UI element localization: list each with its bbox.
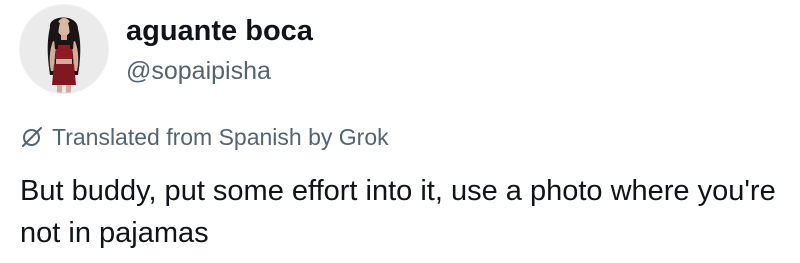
tweet-text: But buddy, put some effort into it, use …: [20, 175, 776, 249]
tweet-card: aguante boca @sopaipisha Translated from…: [0, 0, 800, 263]
display-name[interactable]: aguante boca: [126, 14, 313, 48]
translation-notice[interactable]: Translated from Spanish by Grok: [20, 122, 389, 152]
username-handle[interactable]: @sopaipisha: [126, 55, 313, 87]
translation-label: Translated from Spanish by Grok: [52, 124, 389, 150]
grok-icon: [20, 125, 44, 149]
profile-photo-icon: [20, 5, 108, 93]
author-info: aguante boca @sopaipisha: [126, 14, 313, 87]
avatar[interactable]: [20, 5, 108, 93]
